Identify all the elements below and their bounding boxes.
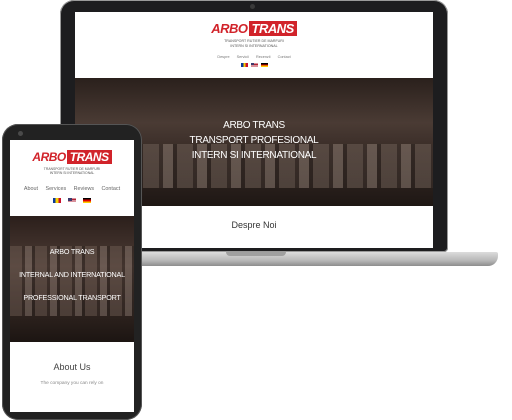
germany-flag-icon[interactable]	[260, 63, 268, 67]
phone-tagline: TRANSPORT RUTIER DE MARFURI INTERN SI IN…	[10, 167, 134, 175]
laptop-logo[interactable]: ARBO TRANS	[211, 21, 297, 36]
phone-camera	[18, 131, 23, 136]
section-title: About Us	[53, 362, 91, 372]
phone-header: ARBO TRANS TRANSPORT RUTIER DE MARFURI IN…	[10, 140, 134, 216]
phone-about-section: About Us The company you can rely on	[10, 342, 134, 412]
logo-text-b: TRANS	[66, 150, 112, 164]
phone-hero: ARBO TRANS INTERNAL AND INTERNATIONAL PR…	[10, 216, 134, 342]
nav-item-contact[interactable]: Contact	[102, 186, 121, 192]
laptop-notch	[226, 252, 286, 256]
phone: ARBO TRANS TRANSPORT RUTIER DE MARFURI IN…	[2, 124, 142, 420]
nav-item-contact[interactable]: Contact	[278, 55, 291, 59]
phone-screen: ARBO TRANS TRANSPORT RUTIER DE MARFURI IN…	[10, 140, 134, 412]
laptop-nav: Despre Servicii Recenzii Contact	[75, 55, 433, 59]
tagline-line: INTERN SI INTERNATIONAL	[49, 171, 95, 176]
device-mockup: ARBO TRANS TRANSPORT RUTIER DE MARFURI IN…	[0, 0, 512, 420]
nav-item-services[interactable]: Servicii	[237, 55, 249, 59]
phone-logo[interactable]: ARBO TRANS	[32, 150, 112, 164]
laptop-tagline: TRANSPORT RUTIER DE MARFURI INTERN SI IN…	[75, 39, 433, 48]
nav-item-reviews[interactable]: Reviews	[74, 186, 94, 192]
phone-nav: About Services Reviews Contact	[10, 186, 134, 192]
laptop-language-flags	[75, 63, 433, 67]
logo-text-b: TRANS	[248, 21, 297, 36]
usa-flag-icon[interactable]	[68, 198, 76, 204]
phone-language-flags	[10, 198, 134, 204]
logo-text-a: ARBO	[211, 21, 248, 36]
usa-flag-icon[interactable]	[250, 63, 258, 67]
hero-line: ARBO TRANS	[49, 247, 95, 256]
nav-item-about[interactable]: About	[24, 186, 38, 192]
phone-hero-text: ARBO TRANS INTERNAL AND INTERNATIONAL PR…	[10, 240, 134, 309]
laptop-camera	[250, 4, 255, 9]
romania-flag-icon[interactable]	[240, 63, 248, 67]
section-subtitle: The company you can rely on	[40, 381, 104, 386]
nav-item-reviews[interactable]: Recenzii	[256, 55, 271, 59]
nav-item-about[interactable]: Despre	[217, 55, 229, 59]
laptop-header: ARBO TRANS TRANSPORT RUTIER DE MARFURI IN…	[75, 12, 433, 78]
hero-line: INTERNAL AND INTERNATIONAL	[19, 270, 125, 279]
logo-text-a: ARBO	[32, 150, 66, 164]
germany-flag-icon[interactable]	[83, 198, 91, 204]
hero-line: PROFESSIONAL TRANSPORT	[23, 293, 121, 302]
romania-flag-icon[interactable]	[53, 198, 61, 204]
nav-item-services[interactable]: Services	[45, 186, 66, 192]
tagline-line: INTERN SI INTERNATIONAL	[230, 43, 278, 48]
